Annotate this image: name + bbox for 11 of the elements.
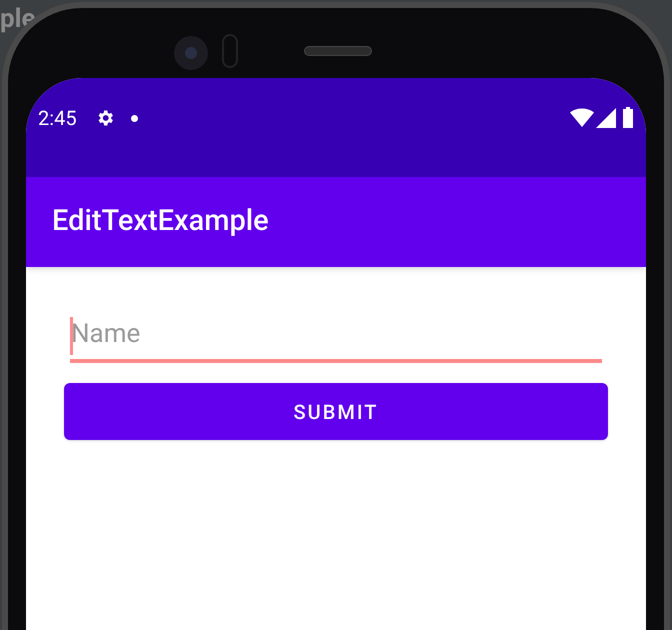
wifi-icon (570, 108, 594, 128)
clock-time: 2:45 (38, 106, 77, 130)
battery-icon (622, 107, 634, 128)
sensor-icon (222, 34, 238, 68)
app-title: EditTextExample (52, 203, 269, 240)
text-cursor (70, 317, 73, 355)
name-field[interactable]: Name (70, 317, 602, 363)
submit-button[interactable]: SUBMIT (64, 383, 608, 440)
camera-icon (174, 36, 208, 70)
speaker-grille (304, 46, 372, 56)
signal-icon (596, 108, 616, 128)
